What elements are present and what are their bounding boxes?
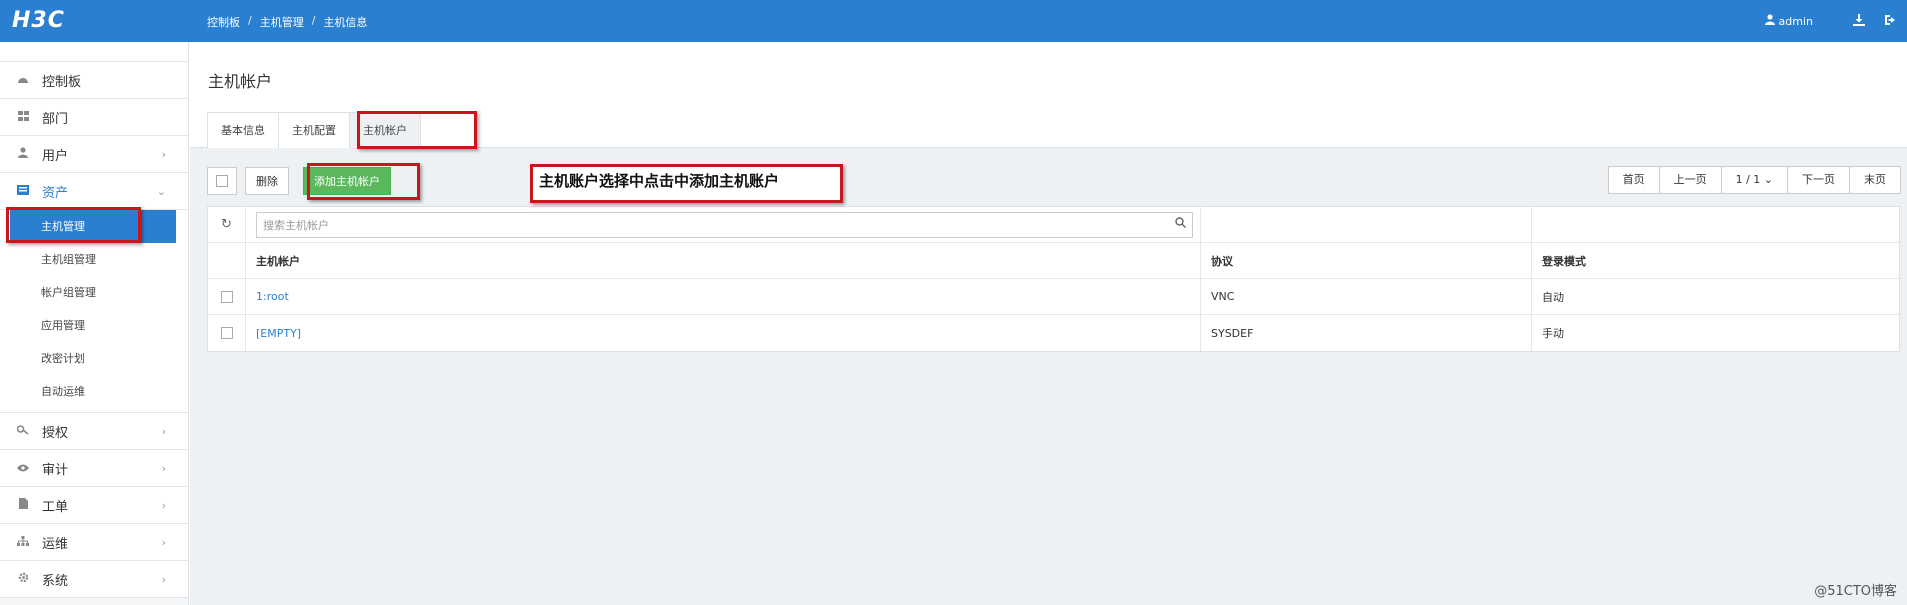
- sidebar-subitem-password-plan[interactable]: 改密计划: [0, 342, 188, 375]
- chevron-right-icon: ›: [161, 461, 166, 475]
- first-page-button[interactable]: 首页: [1607, 166, 1660, 194]
- sidebar-subitem-host-group[interactable]: 主机组管理: [0, 243, 188, 276]
- protocol-cell: VNC: [1201, 279, 1532, 314]
- chevron-down-icon: ⌄: [156, 184, 166, 198]
- sidebar-item-users[interactable]: 用户 ›: [0, 136, 188, 173]
- prev-page-button[interactable]: 上一页: [1658, 166, 1722, 194]
- sidebar-subitem-account-group[interactable]: 帐户组管理: [0, 276, 188, 309]
- sidebar-item-label: 资产: [42, 185, 69, 201]
- logout-icon[interactable]: [1875, 14, 1907, 29]
- annotation-note: 主机账户选择中点击中添加主机账户: [530, 164, 843, 203]
- grid-icon: [16, 110, 30, 124]
- highlight-host-account-tab: [357, 111, 477, 149]
- sidebar-item-assets[interactable]: 资产 ⌄: [0, 173, 188, 210]
- top-bar: H3C 控制板 / 主机管理 / 主机信息 admin: [0, 0, 1907, 42]
- sidebar-item-operations[interactable]: 运维 ›: [0, 524, 188, 561]
- sidebar-item-label: 授权: [42, 425, 69, 441]
- table-header: 主机帐户 协议 登录模式: [208, 243, 1899, 279]
- key-icon: [16, 424, 30, 438]
- breadcrumb-separator: /: [311, 14, 316, 27]
- refresh-icon[interactable]: ↻: [221, 217, 232, 232]
- sidebar-item-label: 系统: [42, 573, 69, 589]
- breadcrumb-dashboard[interactable]: 控制板: [207, 14, 240, 30]
- login-mode-cell: 自动: [1542, 290, 1564, 304]
- watermark: @51CTO博客: [1814, 584, 1897, 599]
- document-icon: [16, 498, 30, 512]
- protocol-cell: SYSDEF: [1201, 315, 1532, 351]
- sidebar-item-label: 运维: [42, 536, 69, 552]
- row-checkbox[interactable]: [220, 327, 233, 339]
- pagination: 首页 上一页 1 / 1 ⌄ 下一页 末页: [1607, 166, 1901, 194]
- eye-icon: [16, 462, 30, 475]
- sidebar-item-authorization[interactable]: 授权 ›: [0, 413, 188, 450]
- sidebar-item-system[interactable]: 系统 ›: [0, 561, 188, 598]
- breadcrumb-host-info: 主机信息: [323, 16, 368, 29]
- sidebar-item-label: 工单: [42, 499, 69, 515]
- column-header-login-mode[interactable]: 登录模式: [1532, 243, 1899, 278]
- tab-basic-info[interactable]: 基本信息: [207, 112, 279, 148]
- sidebar-subitem-auto-ops[interactable]: 自动运维: [0, 375, 188, 408]
- page-title: 主机帐户: [208, 72, 273, 91]
- table-row: [EMPTY] SYSDEF 手动: [208, 315, 1899, 351]
- host-account-table: ↻ 搜索主机帐户 主机帐户 协议 登录模式 1:root VNC 自动 [EMP…: [207, 206, 1900, 352]
- download-icon[interactable]: [1843, 13, 1875, 29]
- chevron-right-icon: ›: [161, 147, 166, 161]
- page-select[interactable]: 1 / 1 ⌄: [1720, 166, 1788, 194]
- sidebar: 控制板 部门 用户 › 资产 ⌄ 主机管理 主机组管理 帐户组管理 应用管理 改…: [0, 42, 189, 605]
- highlight-add-button: [307, 163, 420, 200]
- tab-host-config[interactable]: 主机配置: [278, 112, 350, 148]
- brand-logo[interactable]: H3C: [12, 8, 65, 33]
- sidebar-item-label: 审计: [42, 462, 69, 478]
- select-all-checkbox[interactable]: [207, 167, 237, 195]
- chevron-right-icon: ›: [161, 424, 166, 438]
- sidebar-item-department[interactable]: 部门: [0, 99, 188, 136]
- dashboard-icon: [16, 74, 30, 87]
- highlight-active-submenu: [6, 207, 141, 243]
- chevron-right-icon: ›: [161, 572, 166, 586]
- next-page-button[interactable]: 下一页: [1787, 166, 1850, 194]
- user-icon: [1764, 14, 1775, 28]
- user-icon: [16, 147, 30, 161]
- sidebar-item-label: 部门: [42, 111, 69, 127]
- account-link[interactable]: 1:root: [256, 290, 289, 303]
- row-checkbox[interactable]: [220, 290, 233, 303]
- username: admin: [1778, 14, 1813, 28]
- delete-button[interactable]: 删除: [245, 167, 289, 195]
- breadcrumb: 控制板 / 主机管理 / 主机信息: [207, 14, 367, 30]
- column-header-account[interactable]: 主机帐户: [246, 243, 1201, 278]
- sidebar-item-dashboard[interactable]: 控制板: [0, 62, 188, 99]
- sitemap-icon: [16, 535, 30, 549]
- sidebar-item-tickets[interactable]: 工单 ›: [0, 487, 188, 524]
- gear-icon: [16, 572, 30, 586]
- search-input[interactable]: 搜索主机帐户: [256, 211, 1193, 238]
- chevron-right-icon: ›: [161, 535, 166, 549]
- breadcrumb-host-management[interactable]: 主机管理: [260, 14, 304, 30]
- table-search-row: ↻ 搜索主机帐户: [208, 207, 1899, 243]
- chevron-down-icon: ⌄: [1763, 173, 1773, 186]
- table-row: 1:root VNC 自动: [208, 279, 1899, 315]
- last-page-button[interactable]: 末页: [1849, 166, 1901, 194]
- sidebar-subitem-app-management[interactable]: 应用管理: [0, 309, 188, 342]
- breadcrumb-separator: /: [248, 14, 252, 27]
- column-header-protocol[interactable]: 协议: [1201, 243, 1532, 278]
- search-placeholder: 搜索主机帐户: [263, 218, 329, 232]
- sidebar-item-label: 控制板: [42, 74, 82, 90]
- page-indicator: 1 / 1: [1735, 173, 1761, 186]
- sidebar-item-audit[interactable]: 审计 ›: [0, 450, 188, 487]
- sidebar-item-label: 用户: [42, 148, 69, 164]
- asset-icon: [16, 184, 30, 198]
- chevron-right-icon: ›: [161, 498, 166, 512]
- account-link[interactable]: [EMPTY]: [256, 327, 301, 340]
- login-mode-cell: 手动: [1542, 327, 1564, 340]
- search-icon[interactable]: [1175, 217, 1186, 232]
- user-menu[interactable]: admin: [1764, 14, 1813, 28]
